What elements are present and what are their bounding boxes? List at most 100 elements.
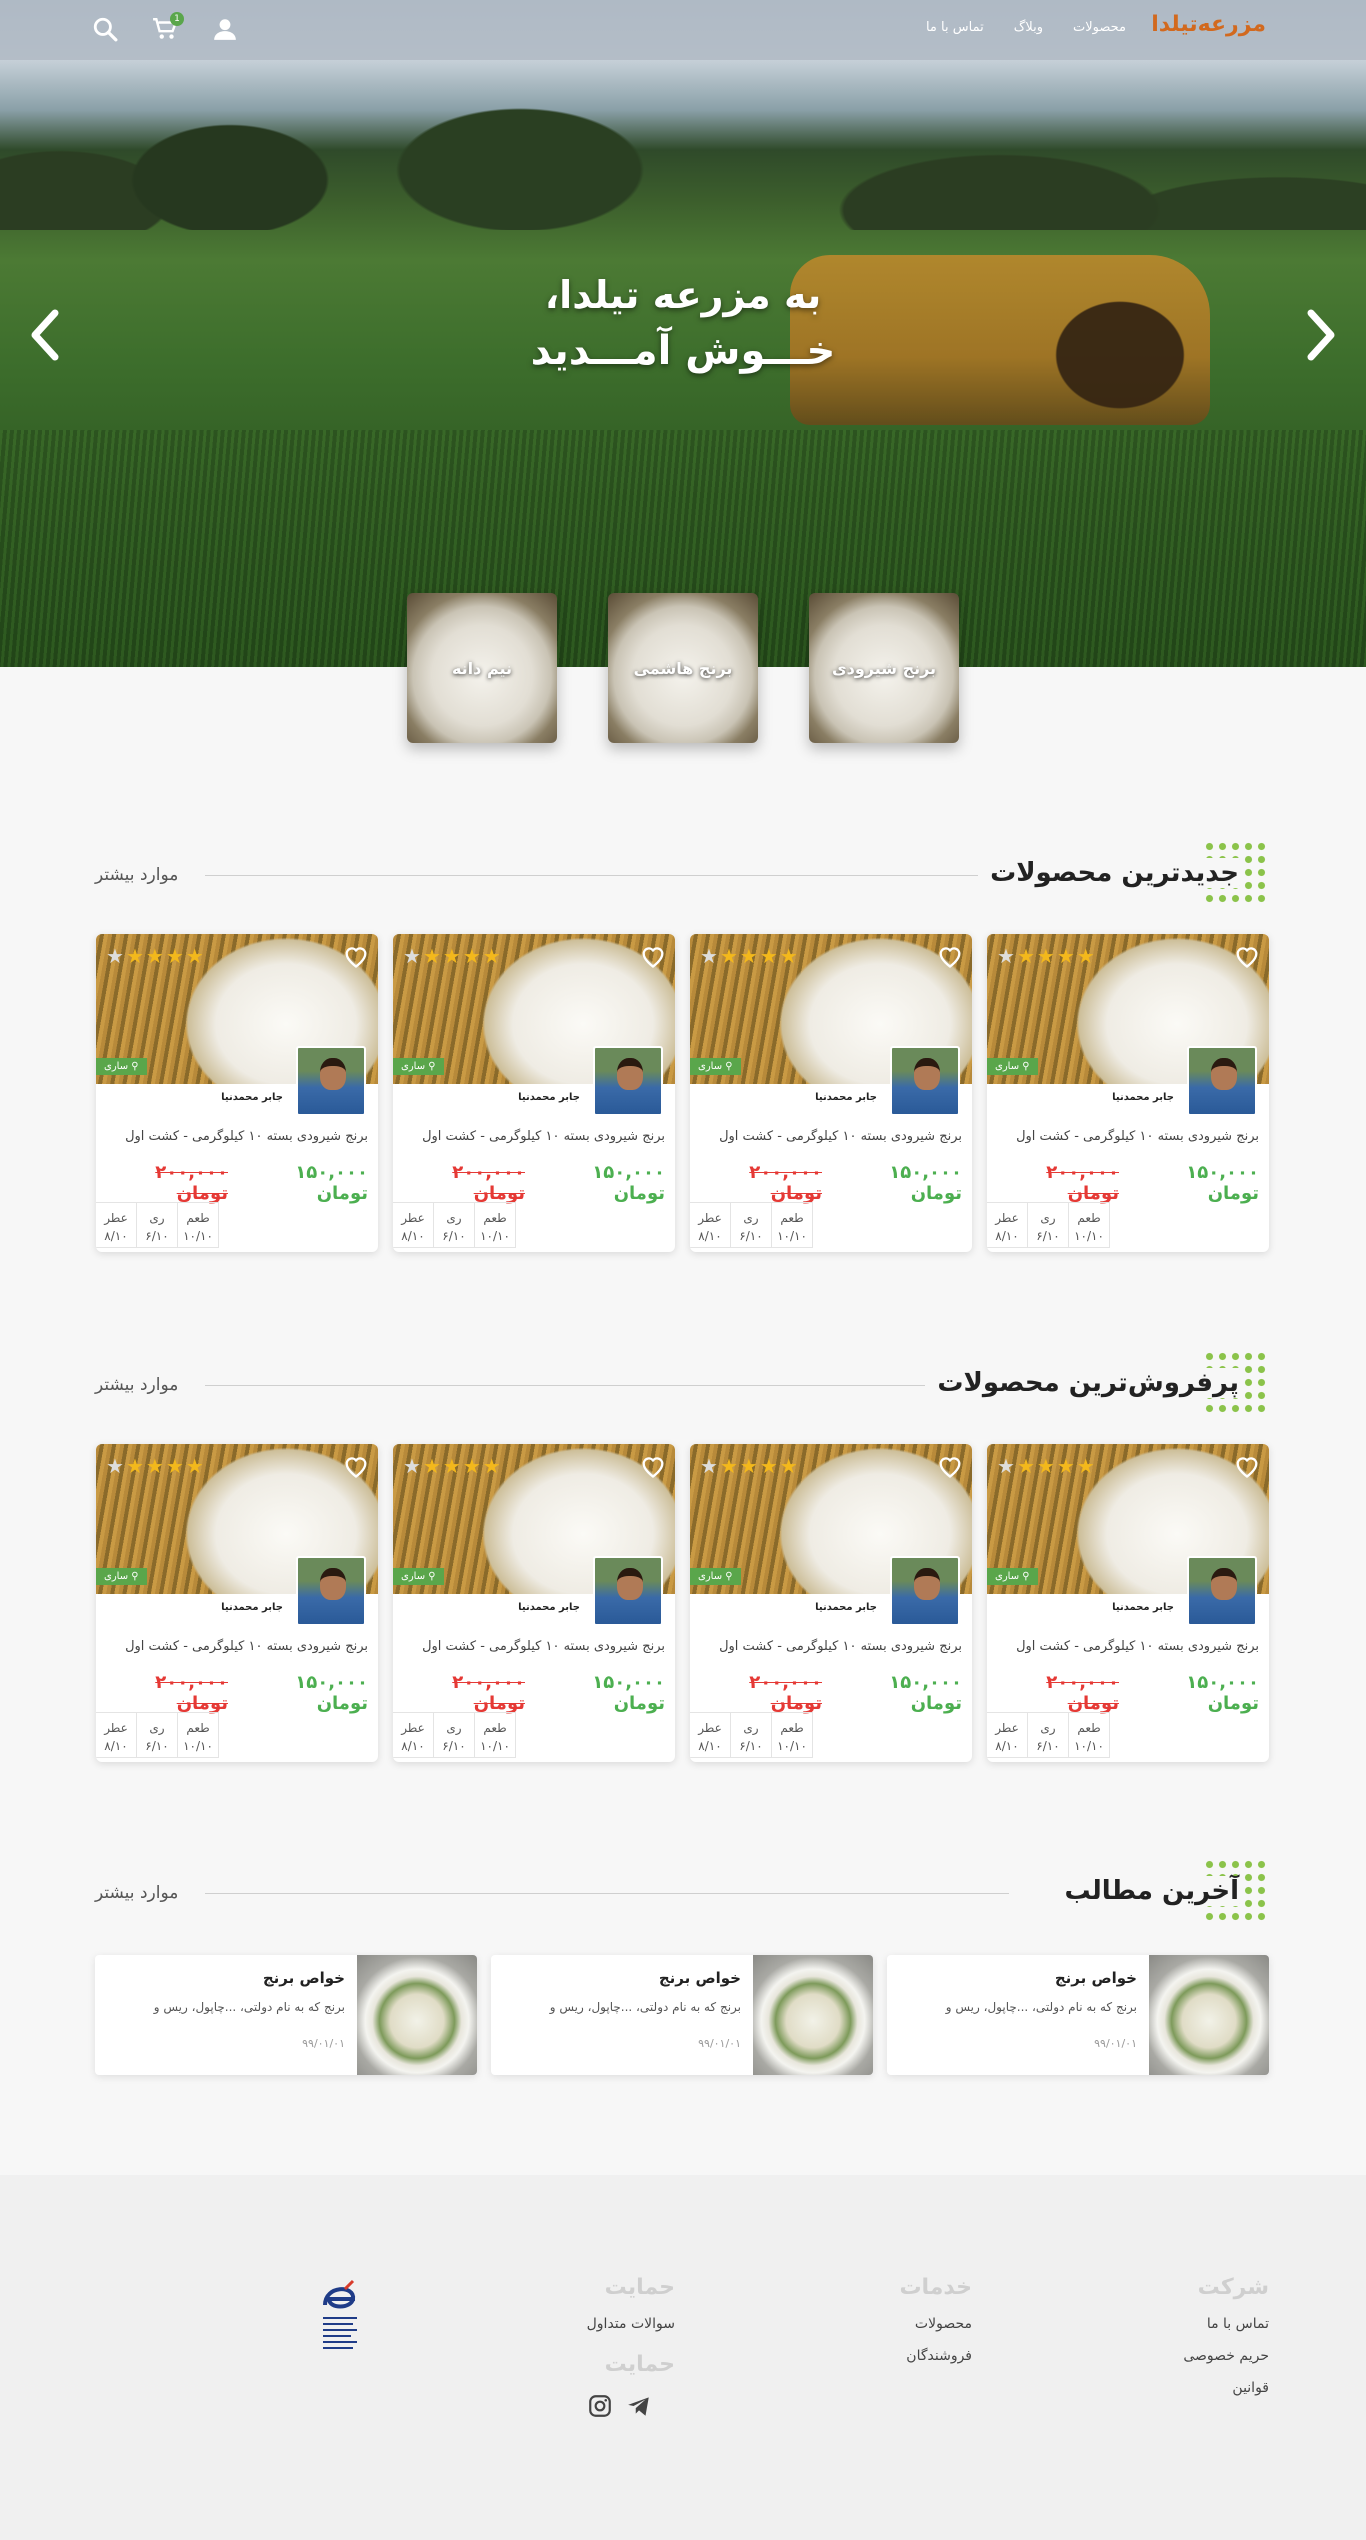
seller-name[interactable]: جابر محمدنیا xyxy=(815,1602,877,1613)
product-name[interactable]: برنج شیرودی بسته ۱۰ کیلوگرمی - کشت اول xyxy=(700,1639,962,1654)
more-link[interactable]: موارد بیشتر xyxy=(95,1883,178,1903)
heart-icon[interactable] xyxy=(639,942,667,970)
seller-name[interactable]: جابر محمدنیا xyxy=(518,1602,580,1613)
footer-heading: خدمات xyxy=(899,2275,972,2300)
spec-value: ۸/۱۰ xyxy=(995,1739,1019,1753)
spec-label: عطر xyxy=(104,1211,128,1225)
price-new: ۱۵۰,۰۰۰ تومان xyxy=(889,1162,962,1204)
footer-link-sellers[interactable]: فروشندگان xyxy=(899,2348,972,2364)
location-text: ساری xyxy=(698,1571,723,1582)
product-name[interactable]: برنج شیرودی بسته ۱۰ کیلوگرمی - کشت اول xyxy=(403,1639,665,1654)
rating-stars: ★ ★ ★ ★ ★ xyxy=(997,944,1095,968)
slider-prev-arrow-icon[interactable] xyxy=(25,305,65,365)
spec-cell: طعم ۱۰/۱۰ xyxy=(474,1712,516,1758)
price-new: ۱۵۰,۰۰۰ تومان xyxy=(295,1672,368,1714)
slider-next-arrow-icon[interactable] xyxy=(1301,305,1341,365)
spec-cell: ری ۶/۱۰ xyxy=(433,1202,475,1248)
post-thumbnail[interactable] xyxy=(753,1955,873,2075)
newest-products-header: جدیدترین محصولات موارد بیشتر xyxy=(95,840,1269,910)
post-date: ۹۹/۰۱/۰۱ xyxy=(302,2037,345,2050)
post-thumbnail[interactable] xyxy=(1149,1955,1269,2075)
product-name[interactable]: برنج شیرودی بسته ۱۰ کیلوگرمی - کشت اول xyxy=(403,1129,665,1144)
product-card[interactable]: ★ ★ ★ ★ ★ ⚲ ساری جابر محمدنیا برنج شیرودی بس… xyxy=(987,934,1269,1252)
footer-link-terms[interactable]: قوانین xyxy=(1183,2380,1269,2396)
heart-icon[interactable] xyxy=(1233,942,1261,970)
product-name[interactable]: برنج شیرودی بسته ۱۰ کیلوگرمی - کشت اول xyxy=(700,1129,962,1144)
nav-products[interactable]: محصولات xyxy=(1073,20,1126,35)
price-row: ۱۵۰,۰۰۰ تومان ۲۰۰,۰۰۰ تومان xyxy=(106,1672,368,1714)
heart-icon[interactable] xyxy=(342,942,370,970)
user-icon[interactable] xyxy=(210,14,240,44)
more-link[interactable]: موارد بیشتر xyxy=(95,865,178,885)
divider xyxy=(205,1385,1009,1386)
footer-link-faq[interactable]: سوالات متداول xyxy=(587,2316,675,2332)
seller-avatar[interactable] xyxy=(593,1046,663,1116)
product-specs: طعم ۱۰/۱۰ ری ۶/۱۰ عطر ۸/۱۰ xyxy=(393,1202,516,1248)
spec-label: ری xyxy=(743,1211,759,1225)
product-name[interactable]: برنج شیرودی بسته ۱۰ کیلوگرمی - کشت اول xyxy=(106,1639,368,1654)
seller-avatar[interactable] xyxy=(890,1046,960,1116)
footer-link-products[interactable]: محصولات xyxy=(899,2316,972,2332)
category-tile-shiroudi[interactable]: برنج شیرودی xyxy=(809,593,959,743)
seller-avatar[interactable] xyxy=(593,1556,663,1626)
product-card[interactable]: ★ ★ ★ ★ ★ ⚲ ساری جابر محمدنیا برنج شیرودی بس… xyxy=(690,934,972,1252)
spec-value: ۸/۱۰ xyxy=(401,1229,425,1243)
product-card[interactable]: ★ ★ ★ ★ ★ ⚲ ساری جابر محمدنیا برنج شیرودی بس… xyxy=(96,934,378,1252)
product-name[interactable]: برنج شیرودی بسته ۱۰ کیلوگرمی - کشت اول xyxy=(106,1129,368,1144)
spec-cell: ری ۶/۱۰ xyxy=(1027,1712,1069,1758)
seller-avatar[interactable] xyxy=(1187,1556,1257,1626)
product-name[interactable]: برنج شیرودی بسته ۱۰ کیلوگرمی - کشت اول xyxy=(997,1639,1259,1654)
product-card[interactable]: ★ ★ ★ ★ ★ ⚲ ساری جابر محمدنیا برنج شیرودی بس… xyxy=(690,1444,972,1762)
spec-cell: عطر ۸/۱۰ xyxy=(987,1712,1028,1758)
category-tile-half-grain[interactable]: نیم دانه xyxy=(407,593,557,743)
section-title: آخرین مطالب xyxy=(1052,1876,1239,1906)
heart-icon[interactable] xyxy=(342,1452,370,1480)
seller-avatar[interactable] xyxy=(890,1556,960,1626)
product-card[interactable]: ★ ★ ★ ★ ★ ⚲ ساری جابر محمدنیا برنج شیرودی بس… xyxy=(987,1444,1269,1762)
footer-link-privacy[interactable]: حریم خصوصی xyxy=(1183,2348,1269,2364)
cart-icon[interactable]: 1 xyxy=(150,12,184,44)
footer-link-contact[interactable]: تماس با ما xyxy=(1183,2316,1269,2332)
search-icon[interactable] xyxy=(90,14,120,44)
seller-name[interactable]: جابر محمدنیا xyxy=(1112,1602,1174,1613)
product-card[interactable]: ★ ★ ★ ★ ★ ⚲ ساری جابر محمدنیا برنج شیرودی بس… xyxy=(393,934,675,1252)
blog-post-card[interactable]: خواص برنج برنج که به نام دولتی، ...چاپول… xyxy=(887,1955,1269,2075)
spec-value: ۸/۱۰ xyxy=(698,1229,722,1243)
product-card[interactable]: ★ ★ ★ ★ ★ ⚲ ساری جابر محمدنیا برنج شیرودی بس… xyxy=(393,1444,675,1762)
seller-name[interactable]: جابر محمدنیا xyxy=(221,1602,283,1613)
price-row: ۱۵۰,۰۰۰ تومان ۲۰۰,۰۰۰ تومان xyxy=(106,1162,368,1204)
heart-icon[interactable] xyxy=(1233,1452,1261,1480)
instagram-icon[interactable] xyxy=(587,2393,613,2423)
heart-icon[interactable] xyxy=(639,1452,667,1480)
blog-post-card[interactable]: خواص برنج برنج که به نام دولتی، ...چاپول… xyxy=(95,1955,477,2075)
product-name[interactable]: برنج شیرودی بسته ۱۰ کیلوگرمی - کشت اول xyxy=(997,1129,1259,1144)
seller-name[interactable]: جابر محمدنیا xyxy=(1112,1092,1174,1103)
heart-icon[interactable] xyxy=(936,942,964,970)
blog-post-card[interactable]: خواص برنج برنج که به نام دولتی، ...چاپول… xyxy=(491,1955,873,2075)
post-thumbnail[interactable] xyxy=(357,1955,477,2075)
post-title[interactable]: خواص برنج xyxy=(263,1969,345,1987)
enamad-badge[interactable] xyxy=(315,2275,365,2365)
site-logo[interactable]: مزرعه‌تیلدا xyxy=(1151,12,1266,37)
product-card[interactable]: ★ ★ ★ ★ ★ ⚲ ساری جابر محمدنیا برنج شیرودی بس… xyxy=(96,1444,378,1762)
seller-avatar[interactable] xyxy=(296,1046,366,1116)
star-icon: ★ xyxy=(1076,1454,1095,1478)
seller-avatar[interactable] xyxy=(1187,1046,1257,1116)
heart-icon[interactable] xyxy=(936,1452,964,1480)
category-tile-hashemi[interactable]: برنج هاشمی xyxy=(608,593,758,743)
seller-name[interactable]: جابر محمدنیا xyxy=(221,1092,283,1103)
post-title[interactable]: خواص برنج xyxy=(659,1969,741,1987)
spec-cell: عطر ۸/۱۰ xyxy=(690,1202,731,1248)
seller-name[interactable]: جابر محمدنیا xyxy=(815,1092,877,1103)
spec-label: طعم xyxy=(483,1721,507,1735)
seller-avatar[interactable] xyxy=(296,1556,366,1626)
post-title[interactable]: خواص برنج xyxy=(1055,1969,1137,1987)
telegram-icon[interactable] xyxy=(625,2393,653,2423)
nav-contact[interactable]: تماس با ما xyxy=(926,20,984,35)
nav-blog[interactable]: وبلاگ xyxy=(1014,20,1043,35)
more-link[interactable]: موارد بیشتر xyxy=(95,1375,178,1395)
seller-name[interactable]: جابر محمدنیا xyxy=(518,1092,580,1103)
rating-stars: ★ ★ ★ ★ ★ xyxy=(997,1454,1095,1478)
location-text: ساری xyxy=(104,1061,129,1072)
star-icon: ★ xyxy=(422,1454,441,1478)
